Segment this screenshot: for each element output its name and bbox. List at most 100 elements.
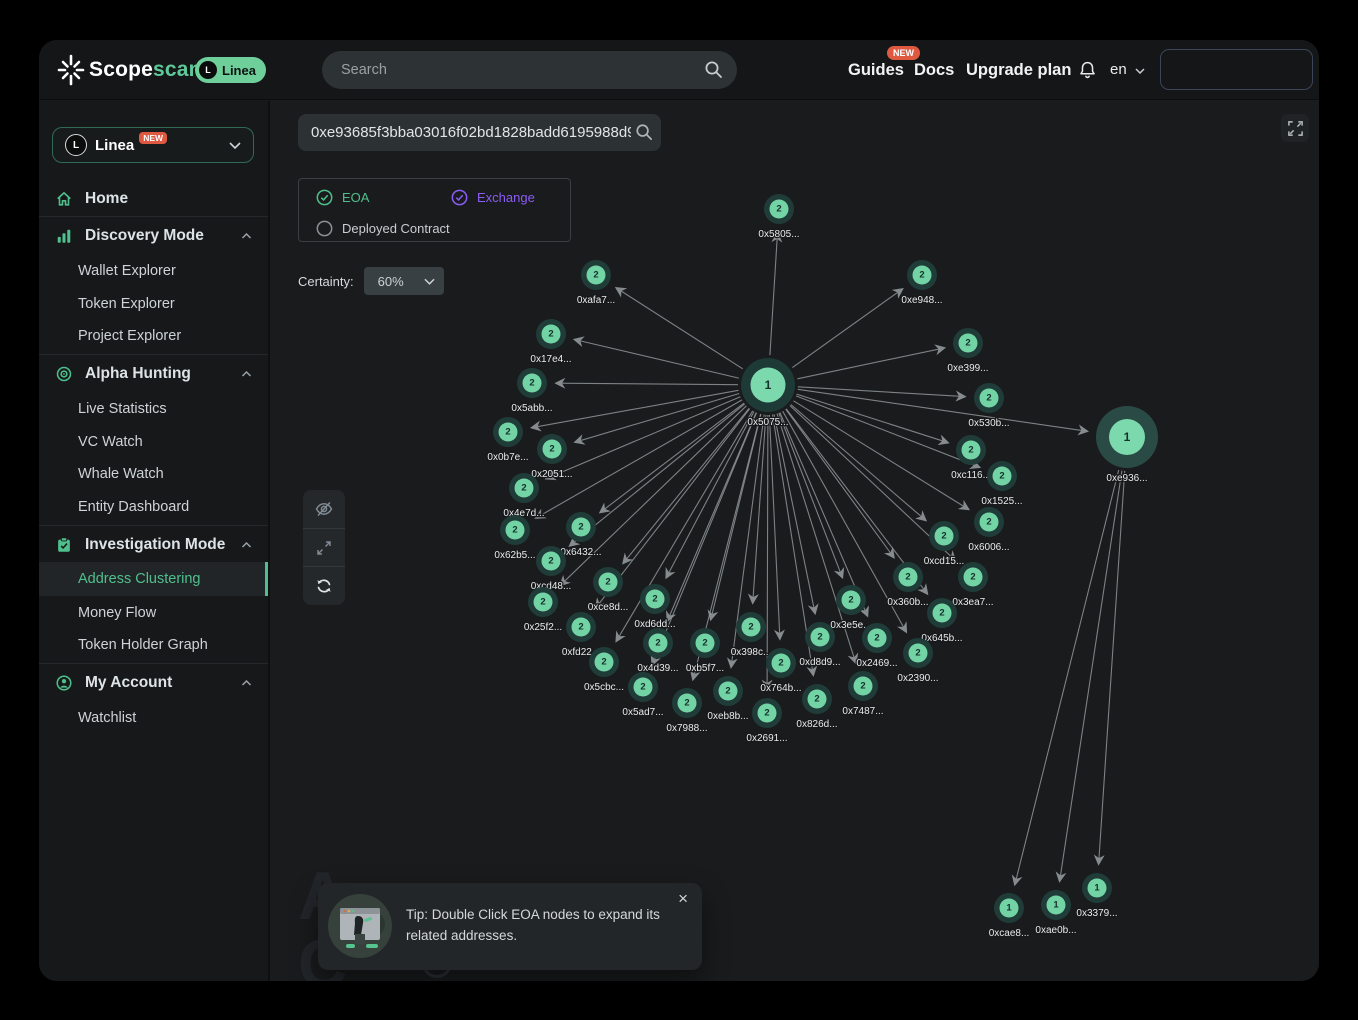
graph-node[interactable]: 20x1525... (981, 461, 1022, 507)
graph-node[interactable]: 20xb5f7... (686, 628, 724, 674)
svg-text:2: 2 (919, 270, 924, 281)
network-selector[interactable]: L Linea NEW (52, 127, 254, 163)
graph-node-label: 0xe399... (947, 363, 988, 374)
graph-node[interactable]: 20x7988... (666, 688, 707, 734)
graph-node[interactable]: 20x0b7e... (487, 417, 528, 463)
graph-panel: A C 10x5075...10xe936...20x5805...20xafa… (270, 100, 1319, 981)
sidebar-section-discovery-mode[interactable]: Discovery Mode (39, 217, 268, 255)
graph-node[interactable]: 20xe948... (901, 260, 942, 306)
graph-edge (616, 288, 743, 369)
graph-node[interactable]: 20xd6dd... (634, 584, 675, 630)
graph-node[interactable]: 20x2691... (746, 698, 787, 744)
graph-node[interactable]: 20x7487... (842, 671, 883, 717)
graph-edge (1099, 471, 1125, 864)
graph-node[interactable]: 20x398c... (731, 612, 772, 658)
graph-node[interactable]: 20x3ea7... (952, 562, 993, 608)
legend-eoa[interactable]: EOA (316, 189, 369, 206)
expand-icon (314, 538, 334, 558)
graph-node[interactable]: 20x2390... (897, 638, 938, 684)
search-icon[interactable] (635, 123, 654, 142)
refresh-button[interactable] (303, 566, 345, 604)
sidebar-section-investigation-mode[interactable]: Investigation Mode (39, 526, 268, 564)
nav-docs[interactable]: Docs (914, 40, 954, 100)
graph-node[interactable]: 10xae0b... (1035, 890, 1076, 936)
brand-wordmark[interactable]: Scopescan (89, 40, 202, 100)
graph-node[interactable]: 20xeb8b... (707, 676, 748, 722)
chevron-down-icon (229, 142, 241, 149)
sidebar-section-my-account[interactable]: My Account (39, 664, 268, 702)
graph-edge (1060, 471, 1122, 882)
graph-node[interactable]: 20xe399... (947, 328, 988, 374)
graph-node[interactable]: 20x5abb... (511, 368, 552, 414)
svg-text:2: 2 (684, 698, 689, 709)
legend-deployed-contract[interactable]: Deployed Contract (316, 220, 450, 237)
address-input[interactable] (298, 114, 661, 151)
close-icon[interactable]: × (678, 889, 688, 909)
expand-graph-button[interactable] (303, 528, 345, 566)
graph-node[interactable]: 20x5805... (758, 194, 799, 240)
sidebar-item-token-holder-graph[interactable]: Token Holder Graph (39, 628, 268, 661)
graph-edge (798, 387, 965, 397)
nav-guides[interactable]: Guides (848, 40, 904, 100)
sidebar-item-vc-watch[interactable]: VC Watch (39, 425, 268, 458)
graph-edge (770, 233, 778, 355)
graph-node[interactable]: 20x530b... (968, 383, 1009, 429)
check-circle-icon (316, 189, 333, 206)
graph-node[interactable]: 20x17e4... (530, 319, 571, 365)
graph-node[interactable]: 20x2051... (531, 434, 572, 480)
sidebar-item-entity-dashboard[interactable]: Entity Dashboard (39, 490, 268, 523)
sidebar-item-live-statistics[interactable]: Live Statistics (39, 392, 268, 425)
sidebar-item-money-flow[interactable]: Money Flow (39, 596, 268, 629)
graph-edge (575, 394, 739, 443)
svg-text:2: 2 (505, 427, 510, 438)
graph-node-label: 0x25f2... (524, 622, 562, 633)
graph-node[interactable]: 10xe936... (1096, 406, 1158, 484)
tip-illustration (328, 894, 392, 958)
sidebar-item-home[interactable]: Home (39, 180, 268, 218)
certainty-dropdown[interactable]: 60% (364, 267, 444, 295)
graph-node-label: 0xc116... (951, 470, 991, 481)
graph-node[interactable]: 20x5ad7... (622, 672, 663, 718)
svg-text:2: 2 (999, 471, 1004, 482)
graph-node-label: 0xb5f7... (686, 663, 724, 674)
graph-node[interactable]: 20x826d... (796, 684, 837, 730)
top-bar: Scopescan L Linea NEW Guides Docs Upgrad… (39, 40, 1319, 100)
notifications-bell-icon[interactable] (1078, 60, 1097, 81)
linea-logo-icon: L (199, 61, 217, 79)
svg-text:2: 2 (640, 682, 645, 693)
bar-chart-icon (55, 227, 73, 245)
graph-edge (532, 390, 739, 427)
graph-node[interactable]: 20x4d39... (637, 628, 678, 674)
graph-node[interactable]: 20x360b... (887, 562, 928, 608)
header-outline-button[interactable] (1160, 49, 1313, 90)
svg-text:2: 2 (915, 648, 920, 659)
locale-selector[interactable]: en (1110, 40, 1127, 100)
svg-text:1: 1 (1006, 903, 1012, 914)
graph-node[interactable]: 20x6432... (560, 512, 601, 558)
sidebar-item-wallet-explorer[interactable]: Wallet Explorer (39, 254, 268, 287)
graph-node[interactable]: 10x5075... (741, 358, 795, 428)
graph-node[interactable]: 20x62b5... (494, 515, 535, 561)
graph-node[interactable]: 10x3379... (1076, 873, 1117, 919)
graph-node-label: 0xae0b... (1035, 925, 1076, 936)
nav-upgrade-plan[interactable]: Upgrade plan (966, 40, 1071, 100)
sidebar-item-whale-watch[interactable]: Whale Watch (39, 457, 268, 490)
fullscreen-button[interactable] (1281, 114, 1309, 142)
sidebar-item-address-clustering[interactable]: Address Clustering (39, 562, 268, 596)
graph-node[interactable]: 20xafa7... (577, 260, 615, 306)
sidebar-item-project-explorer[interactable]: Project Explorer (39, 319, 268, 352)
graph-node[interactable]: 20xcd15... (924, 521, 965, 567)
sidebar-section-alpha-hunting[interactable]: Alpha Hunting (39, 355, 268, 393)
graph-edge (556, 383, 738, 385)
graph-node[interactable]: 20x25f2... (524, 587, 562, 633)
network-badge[interactable]: L Linea (195, 57, 266, 83)
graph-node[interactable]: 20x6006... (968, 507, 1009, 553)
graph-node[interactable]: 20x3e5e... (830, 585, 871, 631)
sidebar-item-token-explorer[interactable]: Token Explorer (39, 287, 268, 320)
search-input[interactable] (322, 51, 737, 89)
sidebar-item-watchlist[interactable]: Watchlist (39, 701, 268, 734)
hide-labels-button[interactable] (303, 490, 345, 528)
user-icon (55, 674, 73, 692)
graph-node[interactable]: 10xcae8... (989, 893, 1030, 939)
legend-exchange[interactable]: Exchange (451, 189, 535, 206)
